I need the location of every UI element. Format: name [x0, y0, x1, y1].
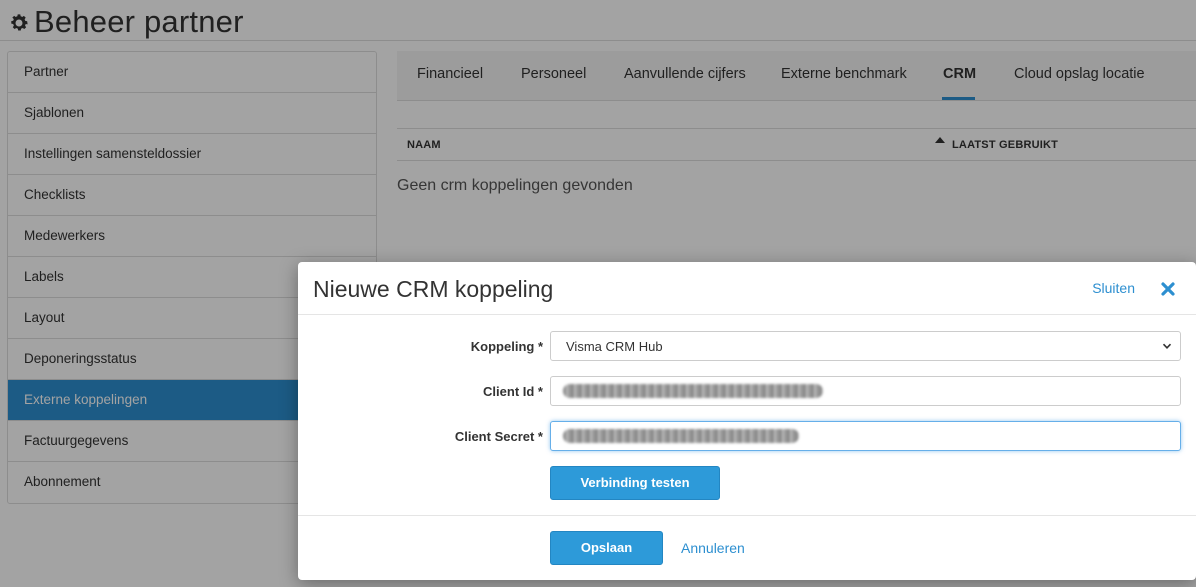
client-id-label: Client Id *	[483, 384, 543, 399]
modal-header: Nieuwe CRM koppeling Sluiten	[298, 262, 1196, 315]
redacted-client-id	[563, 384, 823, 398]
chevron-down-icon	[1162, 343, 1172, 349]
koppeling-selected-value: Visma CRM Hub	[566, 339, 663, 354]
test-connection-button[interactable]: Verbinding testen	[550, 466, 720, 500]
redacted-client-secret	[563, 429, 799, 443]
koppeling-label: Koppeling *	[470, 339, 543, 354]
client-secret-input[interactable]	[550, 421, 1181, 451]
new-crm-connection-dialog: Nieuwe CRM koppeling Sluiten Koppeling *…	[298, 262, 1196, 580]
close-icon[interactable]	[1160, 281, 1176, 297]
save-button[interactable]: Opslaan	[550, 531, 663, 565]
cancel-link[interactable]: Annuleren	[681, 540, 745, 556]
koppeling-select[interactable]: Visma CRM Hub	[550, 331, 1181, 361]
close-link[interactable]: Sluiten	[1092, 280, 1135, 296]
client-id-input[interactable]	[550, 376, 1181, 406]
client-secret-label: Client Secret *	[454, 429, 543, 444]
modal-footer-divider	[298, 515, 1196, 516]
modal-title: Nieuwe CRM koppeling	[313, 276, 554, 302]
